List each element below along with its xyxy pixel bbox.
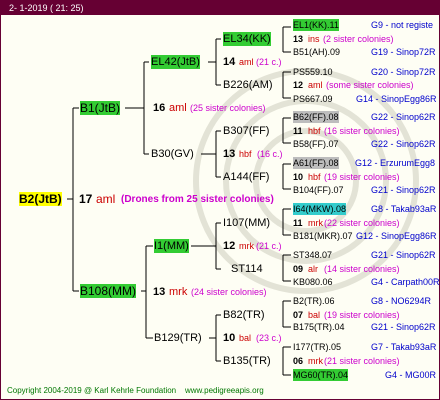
i1-mark: mrk — [239, 241, 254, 251]
node-b226[interactable]: B226(AM) — [223, 78, 273, 92]
b129-mark: bal — [239, 333, 252, 343]
b30-generation: 13 — [223, 148, 236, 160]
pedigree-chart: 2- 1-2019 ( 21: 25) B2(JtB) 17 aml (Dron… — [0, 0, 440, 400]
leaf-name[interactable]: EL1(KK).11 — [293, 19, 339, 31]
b226-note: (some sister colonies) — [326, 80, 414, 90]
leaf-code: G12 - SinopEgg86R — [356, 231, 437, 241]
leaf-code: G21 - Sinop62R — [371, 185, 436, 195]
leaf-name[interactable]: B58(FF).07 — [293, 138, 339, 150]
leaf-code: G21 - Sinop62R — [371, 322, 436, 332]
leaf-name[interactable]: I64(MKW).08 — [293, 203, 347, 215]
el42-generation: 14 — [223, 56, 236, 68]
leaf-code: G22 - Sinop62R — [371, 112, 436, 122]
leaf-name[interactable]: I177(TR).05 — [293, 341, 341, 353]
node-b1[interactable]: B1(JtB) — [80, 101, 121, 115]
leaf-name[interactable]: B104(FF).07 — [293, 184, 344, 196]
leaf-code: G8 - Takab93aR — [371, 204, 437, 214]
st114-generation: 09 — [293, 264, 304, 274]
b129-generation: 10 — [223, 332, 236, 344]
node-b108[interactable]: B108(MM) — [80, 284, 137, 298]
el34-mark: ins — [308, 34, 320, 44]
leaf-name[interactable]: B2(TR).06 — [293, 295, 335, 307]
leaf-name[interactable]: B175(TR).04 — [293, 321, 345, 333]
node-b30[interactable]: B30(GV) — [151, 147, 194, 161]
root-mark: aml — [96, 192, 116, 206]
b30-note: (16 c.) — [257, 149, 283, 159]
node-el34[interactable]: EL34(KK) — [223, 32, 271, 46]
b108-mark: mrk — [169, 286, 188, 298]
b82-mark: bal — [308, 310, 321, 320]
b1-mark: aml — [169, 102, 187, 114]
el42-note: (21 c.) — [256, 57, 282, 67]
leaf-name[interactable]: A61(FF).08 — [293, 157, 339, 169]
leaf-code: G7 - Takab93aR — [371, 342, 437, 352]
node-i107[interactable]: I107(MM) — [223, 216, 270, 230]
leaf-name[interactable]: MG60(TR).04 — [293, 369, 349, 381]
leaf-code: G12 - ErzurumEgg8 — [355, 158, 436, 168]
i1-generation: 12 — [223, 240, 236, 252]
i107-note: (22 sister colonies) — [324, 218, 400, 228]
leaf-name[interactable]: B51(AH).09 — [293, 46, 340, 58]
b226-generation: 12 — [293, 80, 304, 90]
b1-generation: 16 — [153, 102, 166, 114]
leaf-code: G22 - Sinop62R — [371, 139, 436, 149]
b82-generation: 07 — [293, 310, 304, 320]
b307-generation: 11 — [293, 126, 303, 136]
leaf-code: G4 - Carpath00R — [371, 277, 440, 287]
b30-mark: hbf — [239, 149, 252, 159]
copyright-footer: Copyright 2004-2019 @ Karl Kehrle Founda… — [7, 386, 264, 395]
a144-mark: hbf — [308, 172, 321, 182]
st114-note: (14 sister colonies) — [324, 264, 400, 274]
i1-note: (21 c.) — [256, 241, 282, 251]
node-b129[interactable]: B129(TR) — [154, 331, 202, 345]
a144-note: (19 sister colonies) — [324, 172, 400, 182]
b82-note: (19 sister colonies) — [324, 310, 400, 320]
b108-generation: 13 — [153, 286, 166, 298]
b307-note: (16 sister colonies) — [324, 126, 400, 136]
b135-note: (21 sister colonies) — [324, 356, 400, 366]
leaf-name[interactable]: B62(FF).08 — [293, 111, 339, 123]
leaf-code: G8 - NO6294R — [371, 296, 432, 306]
i107-mark: mrk — [308, 218, 323, 228]
node-i1[interactable]: I1(MM) — [154, 239, 189, 253]
root-note: (Drones from 25 sister colonies) — [121, 194, 274, 205]
b307-mark: hbf — [308, 126, 321, 136]
node-el42[interactable]: EL42(JtB) — [151, 55, 200, 69]
root-queen[interactable]: B2(JtB) — [19, 192, 62, 206]
a144-generation: 10 — [293, 172, 304, 182]
leaf-code: G14 - SinopEgg86R — [356, 94, 437, 104]
leaf-name[interactable]: B181(MKR).07 — [293, 230, 353, 242]
node-a144[interactable]: A144(FF) — [223, 170, 269, 184]
b135-mark: mrk — [308, 356, 323, 366]
st114-mark: alr — [308, 264, 319, 274]
leaf-code: G21 - Sinop62R — [371, 250, 436, 260]
leaf-name[interactable]: PS667.09 — [293, 93, 333, 105]
b226-mark: aml — [308, 80, 323, 90]
el42-mark: aml — [239, 57, 254, 67]
node-b135[interactable]: B135(TR) — [223, 354, 271, 368]
leaf-code: G4 - MG00R — [385, 370, 437, 380]
leaf-code: G20 - Sinop72R — [371, 67, 436, 77]
i107-generation: 11 — [293, 218, 303, 228]
leaf-name[interactable]: PS559.10 — [293, 66, 333, 78]
b108-note: (24 sister colonies) — [191, 287, 267, 297]
leaf-name[interactable]: ST348.07 — [293, 249, 332, 261]
node-b82[interactable]: B82(TR) — [223, 308, 265, 322]
leaf-code: G9 - not registe — [371, 20, 434, 30]
leaf-code: G19 - Sinop72R — [371, 47, 436, 57]
node-st114[interactable]: ST114 — [231, 262, 263, 276]
node-b307[interactable]: B307(FF) — [223, 124, 269, 138]
root-generation: 17 — [79, 192, 93, 206]
el34-generation: 13 — [293, 34, 304, 44]
b135-generation: 06 — [293, 356, 304, 366]
leaf-name[interactable]: KB080.06 — [293, 276, 333, 288]
el34-note: (2 sister colonies) — [323, 34, 394, 44]
b129-note: (23 c.) — [256, 333, 282, 343]
b1-note: (25 sister colonies) — [190, 103, 266, 113]
